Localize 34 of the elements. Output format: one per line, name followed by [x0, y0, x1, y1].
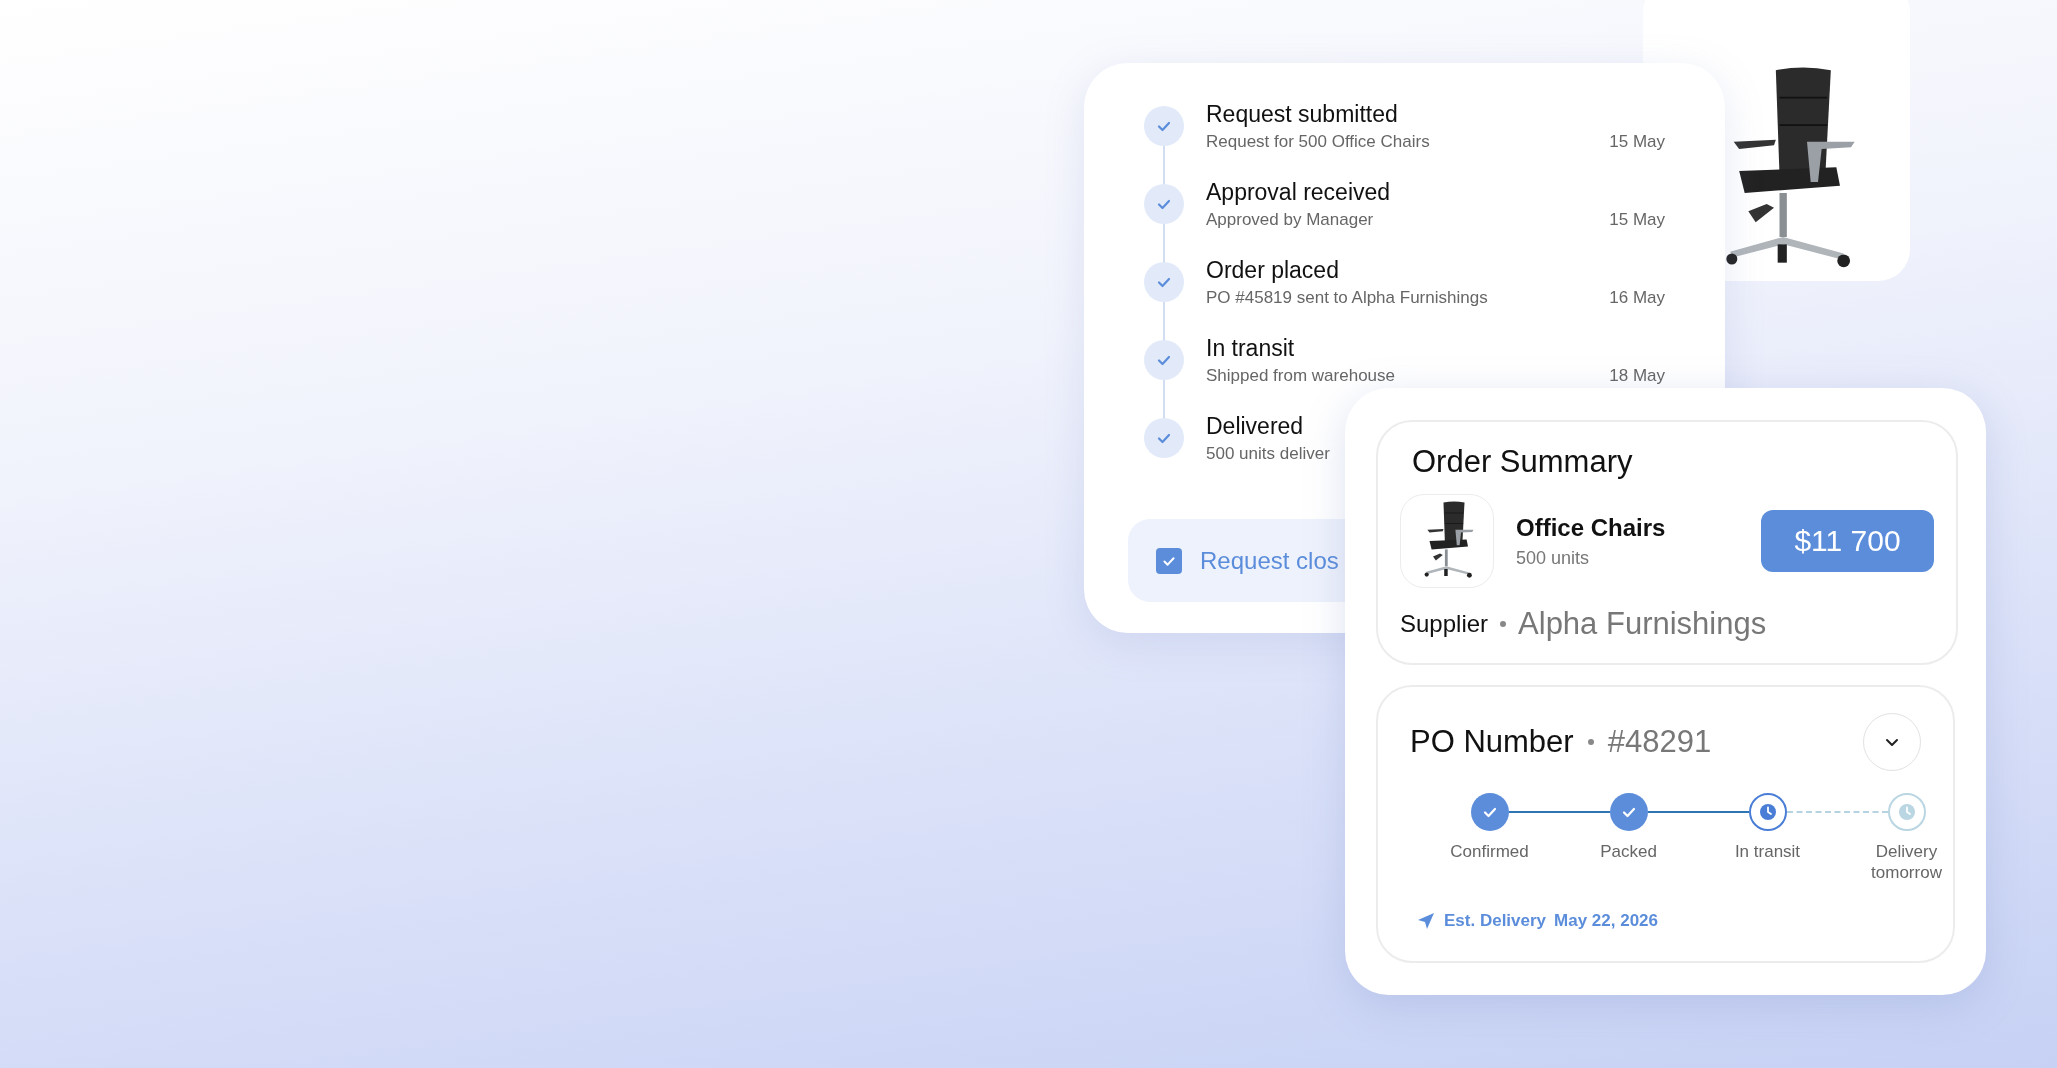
event-title: Request submitted — [1206, 100, 1399, 128]
step-label: In transit — [1733, 841, 1802, 863]
closed-label: Request clos — [1200, 546, 1339, 575]
step-label: Confirmed — [1449, 841, 1530, 863]
check-icon — [1609, 793, 1648, 831]
step-label: Packed — [1599, 841, 1658, 863]
eta-label: Est. Delivery — [1444, 911, 1547, 931]
step-label: Delivery tomorrow — [1870, 841, 1943, 884]
event-date: 15 May — [1609, 209, 1665, 230]
event-detail: Approved by Manager — [1206, 209, 1374, 230]
summary-title: Order Summary — [1412, 444, 1634, 480]
product-quantity: 500 units — [1516, 547, 1591, 569]
event-detail: PO #45819 sent to Alpha Furnishings — [1206, 287, 1488, 308]
supplier-label: Supplier — [1400, 610, 1489, 638]
event-detail: 500 units deliver — [1206, 443, 1330, 464]
check-icon — [1470, 793, 1509, 831]
eta-date: May 22, 2026 — [1554, 911, 1659, 931]
event-title: Delivered — [1206, 412, 1305, 440]
clock-icon — [1748, 793, 1787, 831]
event-title: Approval received — [1206, 178, 1392, 206]
event-detail: Request for 500 Office Chairs — [1206, 131, 1430, 152]
event-title: In transit — [1206, 334, 1296, 362]
event-detail: Shipped from warehouse — [1206, 365, 1395, 386]
event-date: 18 May — [1609, 365, 1665, 386]
navigation-arrow-icon — [1416, 911, 1436, 931]
checkbox[interactable] — [1156, 547, 1182, 574]
price-button[interactable]: $11 700 — [1761, 510, 1934, 572]
product-name: Office Chairs — [1516, 513, 1667, 542]
event-title: Order placed — [1206, 256, 1340, 284]
supplier-name: Alpha Furnishings — [1518, 606, 1767, 642]
event-date: 15 May — [1609, 131, 1665, 152]
po-number: #48291 — [1607, 724, 1713, 760]
event-date: 16 May — [1609, 287, 1665, 308]
po-label: PO Number — [1410, 724, 1574, 760]
